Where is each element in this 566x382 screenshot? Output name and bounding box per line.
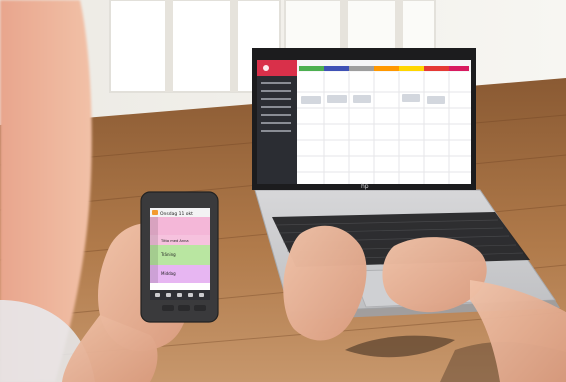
phone-event-2-label: Titta med Anna: [160, 239, 189, 243]
phone-event-4: [150, 265, 210, 283]
phone-event-1: [150, 217, 210, 235]
phone: Onsdag 11 okt Titta med Anna Träning Mid…: [140, 191, 219, 323]
phone-event-3: [150, 245, 210, 265]
photo-illustration: hp Onsdag 11 okt Titta med Anna Träning: [0, 0, 566, 382]
calendar-column-headers: [299, 66, 469, 71]
hp-logo: hp: [361, 183, 369, 190]
laptop-screen: [257, 60, 471, 184]
phone-event-3-label: Träning: [160, 252, 176, 257]
photo-scene: hp Onsdag 11 okt Titta med Anna Träning: [0, 0, 566, 382]
phone-event-4-label: Middag: [161, 271, 176, 276]
phone-date-title: Onsdag 11 okt: [160, 211, 193, 217]
